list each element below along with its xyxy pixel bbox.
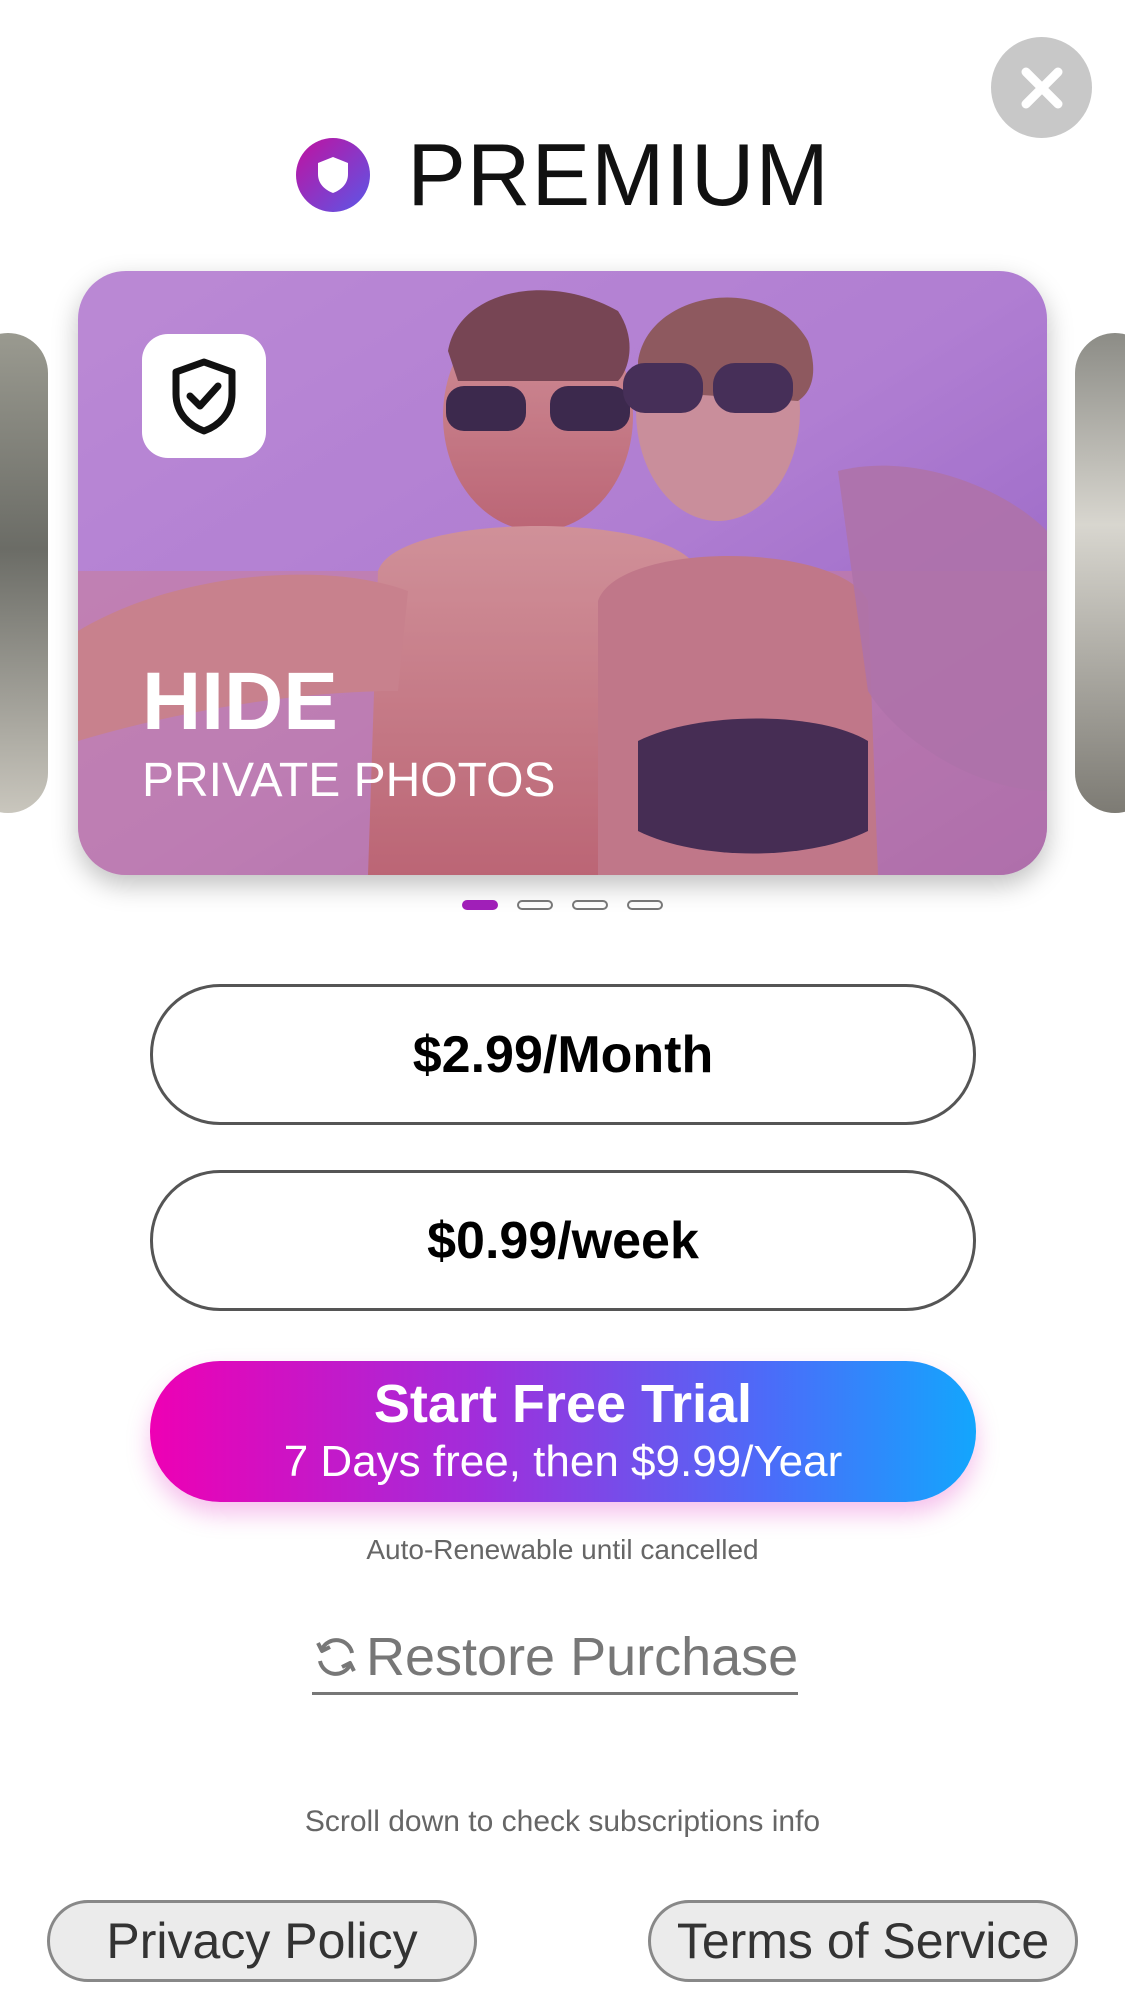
carousel-dot[interactable]: [517, 900, 553, 910]
carousel-indicator: [0, 900, 1125, 910]
weekly-plan-button[interactable]: $0.99/week: [150, 1170, 976, 1311]
carousel-prev-card[interactable]: [0, 333, 48, 813]
premium-header: PREMIUM: [0, 120, 1125, 230]
cta-subtitle: 7 Days free, then $9.99/Year: [283, 1437, 843, 1486]
carousel-dot[interactable]: [462, 900, 498, 910]
shield-logo-icon: [296, 138, 371, 212]
feature-title: HIDE: [142, 656, 338, 747]
privacy-policy-label: Privacy Policy: [106, 1913, 418, 1969]
privacy-policy-button[interactable]: Privacy Policy: [47, 1900, 477, 1982]
carousel-dot[interactable]: [627, 900, 663, 910]
feature-icon-box: [142, 334, 266, 458]
feature-carousel-card[interactable]: HIDE PRIVATE PHOTOS: [78, 271, 1047, 875]
weekly-plan-label: $0.99/week: [427, 1211, 699, 1270]
carousel-next-card[interactable]: [1075, 333, 1125, 813]
refresh-icon: [316, 1638, 356, 1676]
carousel-dot[interactable]: [572, 900, 608, 910]
terms-of-service-button[interactable]: Terms of Service: [648, 1900, 1078, 1982]
restore-purchase-link[interactable]: Restore Purchase: [312, 1626, 799, 1695]
shield-check-icon: [172, 358, 236, 435]
scroll-info-text: Scroll down to check subscriptions info: [304, 1805, 821, 1838]
monthly-plan-button[interactable]: $2.99/Month: [150, 984, 976, 1125]
close-icon: [1021, 67, 1062, 108]
terms-of-service-label: Terms of Service: [676, 1913, 1050, 1969]
auto-renew-note: Auto-Renewable until cancelled: [366, 1534, 759, 1565]
page-title: PREMIUM: [407, 125, 830, 224]
start-free-trial-button[interactable]: Start Free Trial 7 Days free, then $9.99…: [150, 1361, 976, 1502]
feature-subtitle: PRIVATE PHOTOS: [142, 754, 556, 807]
cta-title: Start Free Trial: [373, 1374, 753, 1434]
monthly-plan-label: $2.99/Month: [412, 1025, 714, 1084]
restore-purchase-label: Restore Purchase: [366, 1627, 799, 1687]
